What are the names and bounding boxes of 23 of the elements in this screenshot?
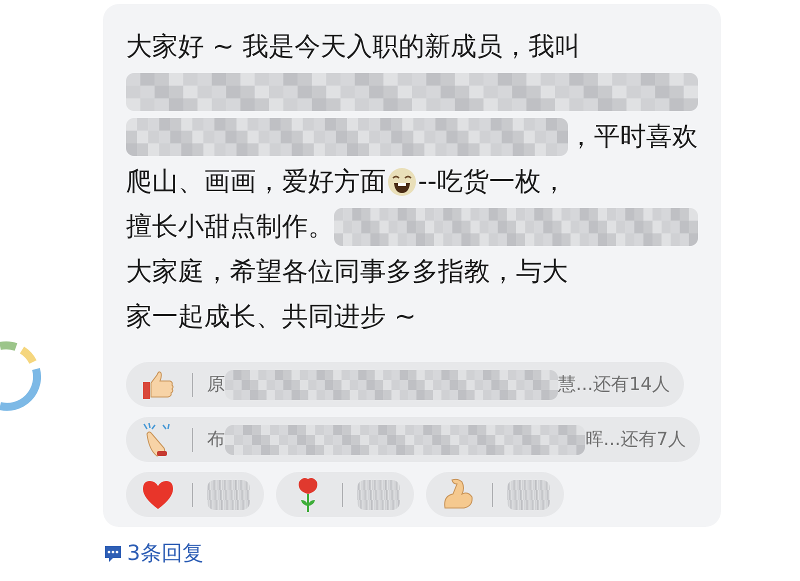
- message-text: --吃货一枚，: [418, 168, 567, 194]
- message-text: 大家庭，希望各位同事多多指教，与大: [126, 258, 568, 284]
- reactor-names: 原: [207, 373, 225, 397]
- heart-icon: [141, 478, 175, 510]
- message-text: 家一起成长、共同进步 ~: [126, 304, 416, 330]
- message-text: 大家好 ~ 我是今天入职的新成员，我叫: [126, 34, 580, 60]
- reaction-pill[interactable]: [276, 472, 414, 517]
- reaction-pill[interactable]: 原 慧...还有14人: [126, 362, 684, 407]
- message-text: ，平时喜欢: [568, 124, 698, 150]
- message-text: 爬山、画画，爱好方面: [126, 168, 386, 194]
- reaction-pill[interactable]: [126, 472, 264, 517]
- message-text: 擅长小甜点制作。: [126, 214, 334, 240]
- reactor-names: 慧...还有14人: [558, 373, 670, 397]
- reactor-names: 晖...还有7人: [585, 428, 686, 452]
- reactor-names: 布: [207, 428, 225, 452]
- reaction-pill[interactable]: 布 晖...还有7人: [126, 417, 700, 462]
- pixelated-redaction: [507, 480, 550, 510]
- comment-icon: [103, 544, 123, 564]
- laughing-face-icon: [387, 166, 417, 196]
- pixelated-redaction: [207, 480, 250, 510]
- flexed-arm-icon: [441, 478, 475, 512]
- pixelated-redaction: [357, 480, 400, 510]
- replies-link[interactable]: 3条回复: [127, 538, 204, 570]
